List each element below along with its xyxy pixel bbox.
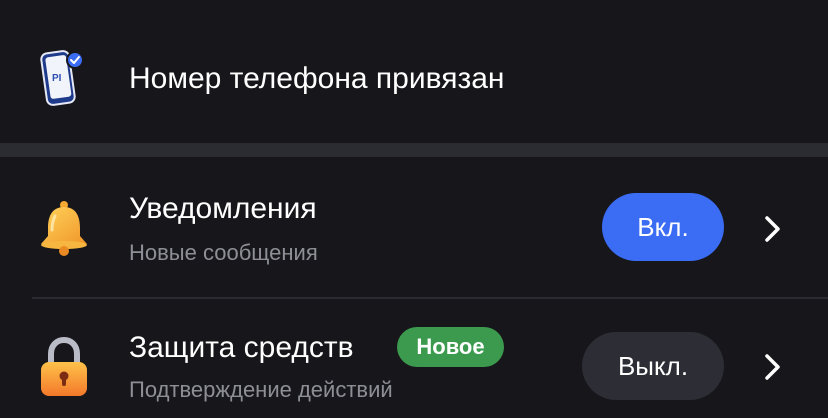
row-divider — [32, 297, 828, 299]
notifications-toggle-button[interactable]: Вкл. — [602, 193, 724, 261]
funds-protection-subtitle: Подтверждение действий — [129, 377, 393, 402]
chevron-right-icon[interactable] — [762, 352, 784, 382]
funds-protection-toggle-button[interactable]: Выкл. — [582, 332, 724, 400]
funds-protection-title: Защита средств — [129, 331, 354, 364]
lock-icon — [41, 336, 87, 396]
notifications-title: Уведомления — [129, 192, 317, 225]
section-separator — [0, 143, 828, 157]
phone-check-icon: PI — [40, 50, 84, 106]
bell-icon — [41, 201, 87, 256]
phone-icon-label: PI — [52, 73, 62, 84]
phone-linked-title: Номер телефона привязан — [129, 62, 505, 95]
notifications-subtitle: Новые сообщения — [129, 240, 318, 265]
new-badge: Новое — [397, 327, 504, 367]
chevron-right-icon[interactable] — [762, 214, 784, 244]
